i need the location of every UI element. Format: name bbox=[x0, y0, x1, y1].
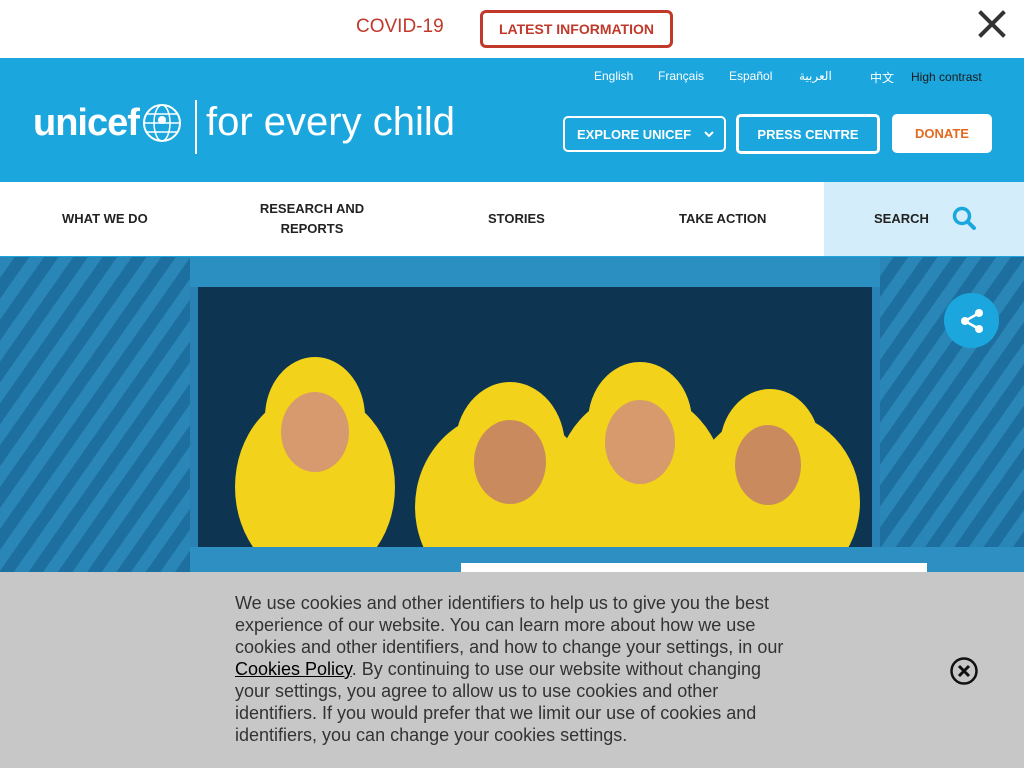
explore-unicef-button[interactable]: EXPLORE UNICEF bbox=[563, 116, 726, 152]
circle-close-icon[interactable] bbox=[949, 656, 979, 686]
language-arabic[interactable]: العربية bbox=[799, 69, 832, 83]
site-header: English Français Español العربية 中文 High… bbox=[0, 58, 1024, 182]
logo-divider bbox=[195, 100, 197, 154]
hero-image bbox=[0, 257, 1024, 572]
hero-card bbox=[461, 563, 927, 572]
nav-take-action[interactable]: TAKE ACTION bbox=[679, 209, 766, 229]
close-icon[interactable] bbox=[974, 6, 1010, 42]
search-icon[interactable] bbox=[951, 205, 977, 231]
nav-research-line1: RESEARCH AND bbox=[259, 201, 365, 216]
latest-information-button[interactable]: LATEST INFORMATION bbox=[480, 10, 673, 48]
share-icon bbox=[960, 308, 983, 333]
alert-bar: COVID-19 LATEST INFORMATION bbox=[0, 0, 1024, 58]
share-button[interactable] bbox=[944, 293, 999, 348]
cookie-banner: We use cookies and other identifiers to … bbox=[0, 572, 1024, 768]
cookie-text-before: We use cookies and other identifiers to … bbox=[235, 593, 784, 657]
cookies-policy-link[interactable]: Cookies Policy bbox=[235, 659, 352, 679]
chevron-down-icon bbox=[704, 131, 714, 138]
press-centre-button[interactable]: PRESS CENTRE bbox=[736, 114, 880, 154]
tagline: for every child bbox=[206, 100, 455, 144]
logo-wordmark: unicef bbox=[33, 102, 140, 144]
unicef-logo[interactable]: unicef bbox=[33, 102, 183, 144]
nav-stories[interactable]: STORIES bbox=[488, 209, 545, 229]
language-chinese[interactable]: 中文 bbox=[870, 69, 894, 86]
main-nav: WHAT WE DO RESEARCH AND REPORTS STORIES … bbox=[0, 182, 1024, 257]
unicef-globe-icon bbox=[142, 104, 181, 142]
hero-photo bbox=[0, 257, 1024, 572]
covid-link[interactable]: COVID-19 bbox=[356, 16, 444, 38]
nav-search[interactable]: SEARCH bbox=[874, 209, 929, 229]
donate-button[interactable]: DONATE bbox=[892, 114, 992, 153]
language-english[interactable]: English bbox=[594, 69, 633, 83]
nav-research-and-reports[interactable]: RESEARCH AND REPORTS bbox=[258, 199, 366, 239]
explore-label: EXPLORE UNICEF bbox=[577, 126, 692, 142]
nav-research-line2: REPORTS bbox=[280, 221, 344, 236]
language-french[interactable]: Français bbox=[658, 69, 704, 83]
cookie-message: We use cookies and other identifiers to … bbox=[235, 592, 790, 746]
nav-what-we-do[interactable]: WHAT WE DO bbox=[62, 209, 148, 229]
language-spanish[interactable]: Español bbox=[729, 69, 772, 83]
high-contrast-toggle[interactable]: High contrast bbox=[911, 70, 982, 84]
